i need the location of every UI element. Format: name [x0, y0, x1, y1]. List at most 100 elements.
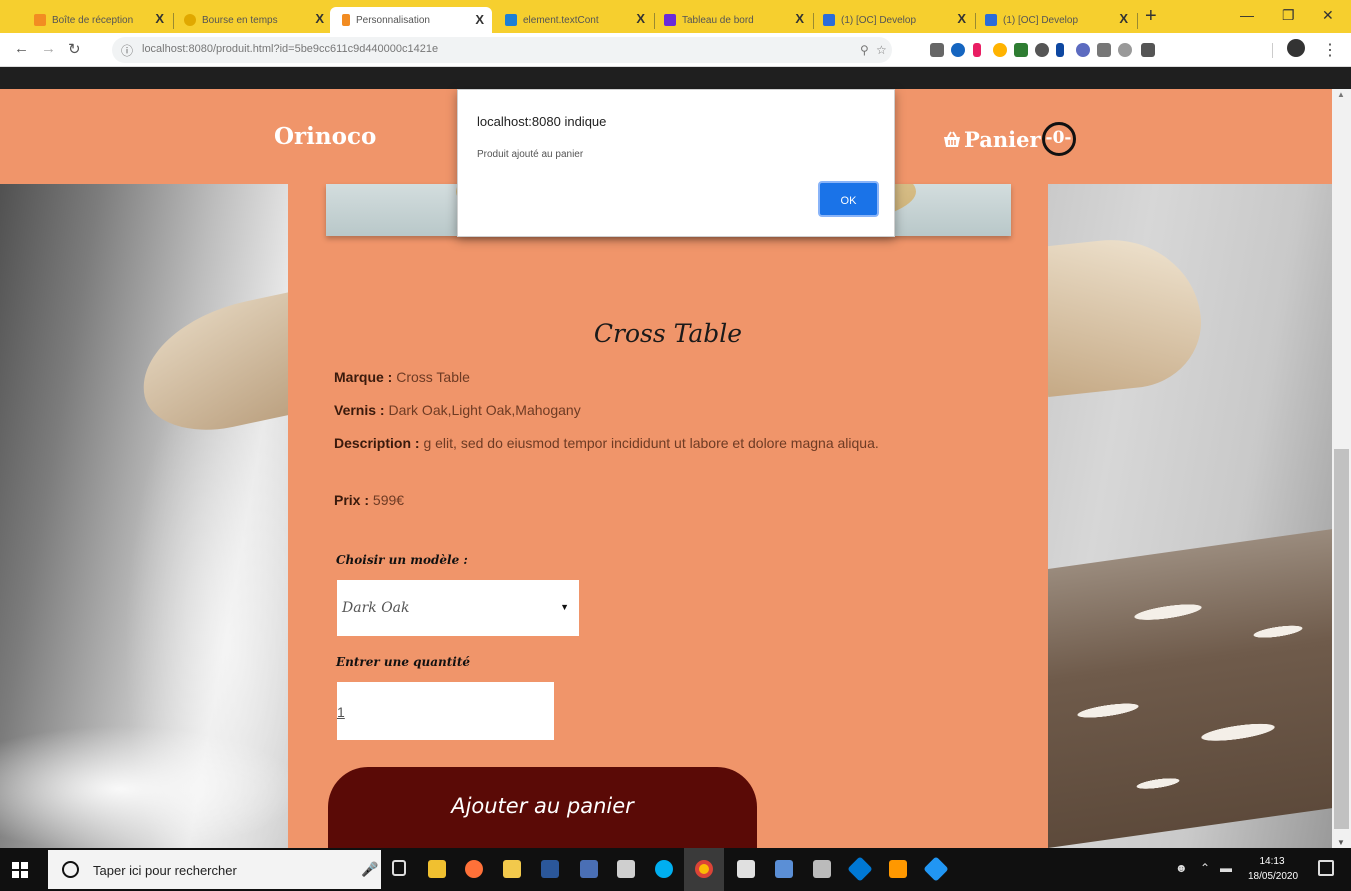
background-photo [1048, 529, 1332, 848]
close-window-icon[interactable]: ✕ [1322, 7, 1334, 24]
quantity-input[interactable]: 1 [337, 682, 554, 740]
clock-date: 18/05/2020 [1248, 871, 1299, 882]
dialog-title: localhost:8080 indique [477, 114, 607, 129]
account-icon[interactable] [1287, 39, 1305, 57]
ok-button[interactable]: OK [818, 181, 879, 217]
close-tab-icon[interactable]: X [636, 11, 645, 26]
tab-oc-develop-2[interactable]: (1) [OC] Develop X [985, 9, 1128, 31]
app-icon[interactable] [580, 860, 598, 878]
dropdown-arrow-icon: ▼ [560, 602, 569, 612]
extension-icon[interactable] [993, 43, 1007, 57]
skype-icon[interactable] [655, 860, 673, 878]
word-icon[interactable] [541, 860, 559, 878]
tab-oc-develop-1[interactable]: (1) [OC] Develop X [823, 9, 966, 31]
tab-label: Tableau de bord [682, 14, 754, 26]
site-logo[interactable]: Orinoco [274, 123, 376, 150]
cart-link[interactable]: Panier -0- [942, 122, 1076, 156]
microphone-icon[interactable]: 🎤 [361, 861, 378, 878]
zoom-icon[interactable]: ⚲ [860, 43, 869, 57]
store-icon[interactable] [428, 860, 446, 878]
app-icon[interactable] [923, 856, 949, 882]
description-value: g elit, sed do eiusmod tempor incididunt… [423, 435, 879, 451]
tab-inbox[interactable]: Boîte de réception X [34, 9, 164, 31]
reload-icon[interactable]: ↻ [68, 40, 81, 58]
varnish-label: Vernis : [334, 402, 385, 418]
close-tab-icon[interactable]: X [315, 11, 324, 26]
new-tab-button[interactable]: + [1145, 5, 1157, 28]
model-select[interactable]: Dark Oak ▼ [337, 580, 579, 636]
cart-label: Panier [964, 126, 1041, 152]
taskbar-search[interactable]: Taper ici pour rechercher 🎤 [48, 850, 381, 889]
brand-label: Marque : [334, 369, 393, 385]
close-tab-icon[interactable]: X [795, 11, 804, 26]
extension-icon[interactable] [1056, 43, 1064, 57]
tab-element-textcontent[interactable]: element.textCont X [505, 9, 645, 31]
back-icon[interactable]: ← [14, 40, 29, 57]
tray-chevron-icon[interactable]: ⌃ [1200, 861, 1210, 875]
quantity-label: Entrer une quantité [336, 655, 471, 669]
calculator-icon[interactable] [617, 860, 635, 878]
system-clock[interactable]: 14:13 18/05/2020 [1248, 854, 1299, 884]
quantity-value: 1 [337, 704, 345, 720]
clock-time: 14:13 [1259, 856, 1285, 867]
scroll-down-icon[interactable]: ▼ [1337, 838, 1345, 847]
file-explorer-icon[interactable] [503, 860, 521, 878]
menu-icon[interactable]: ⋮ [1322, 40, 1338, 60]
sublime-icon[interactable] [889, 860, 907, 878]
extension-icon[interactable] [951, 43, 965, 57]
windows-taskbar: Taper ici pour rechercher 🎤 ☻ ⌃ ▬ 14:13 … [0, 848, 1351, 891]
chrome-icon[interactable] [695, 860, 713, 878]
extension-icon[interactable] [1118, 43, 1132, 57]
tab-bourse[interactable]: Bourse en temps X [184, 9, 324, 31]
extension-icon[interactable] [930, 43, 944, 57]
brand-line: Marque : Cross Table [334, 368, 470, 387]
varnish-line: Vernis : Dark Oak,Light Oak,Mahogany [334, 401, 581, 420]
bookmark-star-icon[interactable]: ☆ [876, 43, 887, 57]
extension-icon[interactable] [973, 43, 981, 57]
address-bar[interactable]: ⓘ localhost:8080/produit.html?id=5be9cc6… [112, 37, 892, 63]
restore-icon[interactable]: ❐ [1282, 7, 1295, 24]
add-to-cart-button[interactable]: Ajouter au panier [328, 767, 757, 848]
extension-icon[interactable] [1035, 43, 1049, 57]
browser-toolbar: ← → ↻ ⓘ localhost:8080/produit.html?id=5… [0, 33, 1351, 67]
app-icon[interactable] [813, 860, 831, 878]
tab-personnalisation[interactable]: Personnalisation X [330, 7, 492, 33]
product-title: Cross Table [593, 319, 743, 348]
close-tab-icon[interactable]: X [957, 11, 966, 26]
description-label: Description : [334, 435, 420, 451]
forward-icon[interactable]: → [41, 40, 56, 57]
app-icon[interactable] [775, 860, 793, 878]
varnish-value: Dark Oak,Light Oak,Mahogany [388, 402, 581, 418]
firefox-icon[interactable] [465, 860, 483, 878]
extension-icon[interactable] [1014, 43, 1028, 57]
scrollbar-thumb[interactable] [1334, 449, 1349, 829]
extension-icon[interactable] [1141, 43, 1155, 57]
close-tab-icon[interactable]: X [1119, 11, 1128, 26]
notification-center-icon[interactable] [1318, 860, 1334, 876]
close-tab-icon[interactable]: X [155, 11, 164, 26]
background-photo [1032, 231, 1208, 397]
vscode-icon[interactable] [847, 856, 873, 882]
extension-icon[interactable] [1076, 43, 1090, 57]
tab-label: Bourse en temps [202, 14, 278, 26]
scroll-up-icon[interactable]: ▲ [1337, 90, 1345, 99]
close-tab-icon[interactable]: X [475, 12, 484, 27]
calendar-icon[interactable] [737, 860, 755, 878]
windows-start-icon[interactable] [12, 862, 28, 878]
tab-label: (1) [OC] Develop [841, 14, 917, 26]
page-scrollbar[interactable]: ▲ ▼ [1332, 89, 1351, 848]
extension-icon[interactable] [1097, 43, 1111, 57]
task-view-icon[interactable] [392, 860, 406, 876]
brand-value: Cross Table [396, 369, 470, 385]
openclassrooms-icon [985, 14, 997, 26]
model-label: Choisir un modèle : [336, 553, 468, 567]
tab-tableau-de-bord[interactable]: Tableau de bord X [664, 9, 804, 31]
site-info-icon[interactable]: ⓘ [121, 42, 133, 59]
cortana-icon [62, 861, 79, 878]
people-icon[interactable]: ☻ [1175, 861, 1188, 875]
mail-icon [34, 14, 46, 26]
page-icon [342, 14, 350, 26]
minimize-icon[interactable]: — [1240, 7, 1254, 23]
network-icon[interactable]: ▬ [1220, 861, 1232, 875]
url-text[interactable]: localhost:8080/produit.html?id=5be9cc611… [142, 43, 438, 55]
